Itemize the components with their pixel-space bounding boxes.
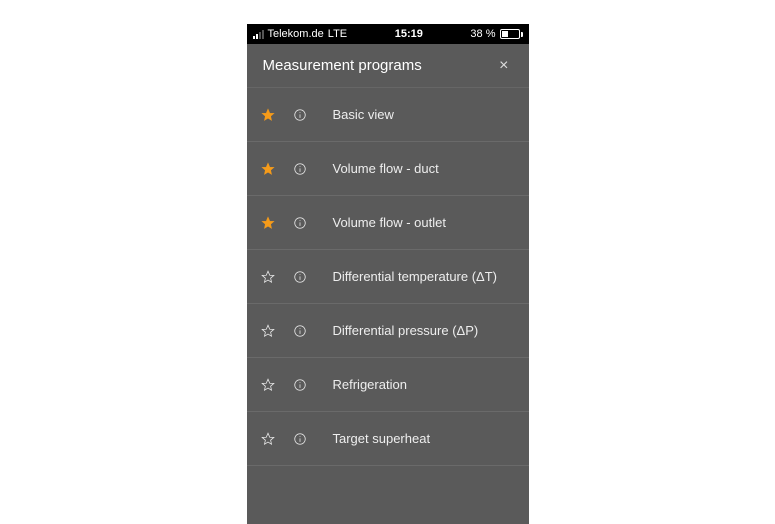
item-label: Refrigeration [323, 377, 517, 392]
status-right: 38 % [470, 28, 522, 40]
list-item[interactable]: Target superheat [247, 412, 529, 466]
list-item[interactable]: Volume flow - outlet [247, 196, 529, 250]
carrier-label: Telekom.de [268, 28, 324, 40]
close-icon[interactable]: × [495, 53, 512, 79]
status-bar: Telekom.de LTE 15:19 38 % [247, 24, 529, 44]
status-left: Telekom.de LTE [253, 28, 348, 40]
info-icon[interactable] [291, 162, 309, 176]
info-icon[interactable] [291, 432, 309, 446]
signal-icon [253, 29, 264, 39]
phone-screen: Telekom.de LTE 15:19 38 % Measurement pr… [247, 24, 529, 524]
clock: 15:19 [395, 28, 423, 40]
network-label: LTE [328, 28, 347, 40]
item-label: Differential temperature (ΔT) [323, 269, 517, 284]
info-icon[interactable] [291, 270, 309, 284]
star-icon[interactable] [259, 378, 277, 392]
item-label: Volume flow - outlet [323, 215, 517, 230]
page-title: Measurement programs [263, 57, 422, 74]
item-label: Basic view [323, 107, 517, 122]
info-icon[interactable] [291, 216, 309, 230]
star-icon[interactable] [259, 432, 277, 446]
item-label: Volume flow - duct [323, 161, 517, 176]
info-icon[interactable] [291, 378, 309, 392]
star-icon[interactable] [259, 108, 277, 122]
info-icon[interactable] [291, 324, 309, 338]
star-icon[interactable] [259, 216, 277, 230]
item-label: Differential pressure (ΔP) [323, 323, 517, 338]
program-list: Basic view Volume flow - duct Volume flo… [247, 88, 529, 466]
star-icon[interactable] [259, 270, 277, 284]
star-icon[interactable] [259, 162, 277, 176]
battery-percent: 38 % [470, 28, 495, 40]
list-item[interactable]: Differential pressure (ΔP) [247, 304, 529, 358]
star-icon[interactable] [259, 324, 277, 338]
item-label: Target superheat [323, 431, 517, 446]
header: Measurement programs × [247, 44, 529, 88]
list-item[interactable]: Differential temperature (ΔT) [247, 250, 529, 304]
list-item[interactable]: Refrigeration [247, 358, 529, 412]
list-item[interactable]: Volume flow - duct [247, 142, 529, 196]
battery-icon [500, 29, 523, 39]
info-icon[interactable] [291, 108, 309, 122]
list-item[interactable]: Basic view [247, 88, 529, 142]
